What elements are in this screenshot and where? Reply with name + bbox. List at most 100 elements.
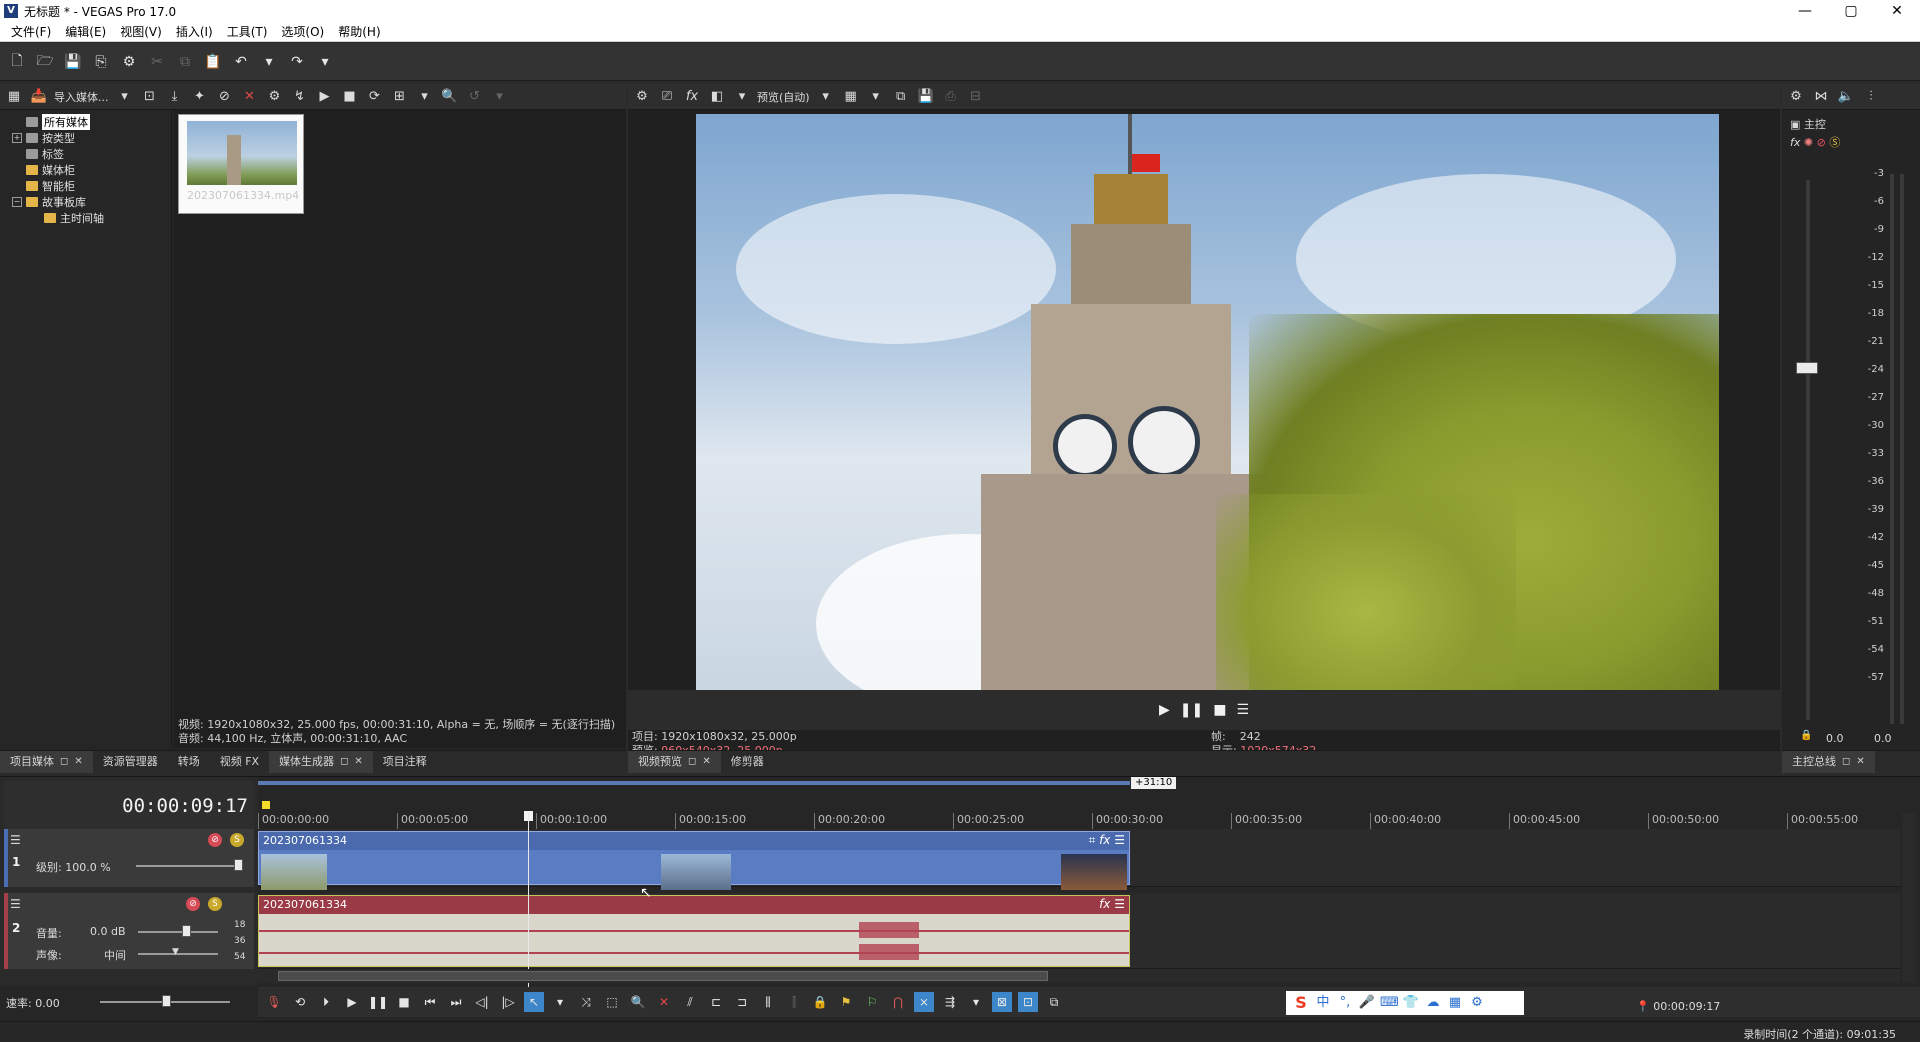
overlays-grid-icon[interactable]: ▦ — [841, 87, 861, 107]
maximize-button[interactable]: ▢ — [1828, 0, 1874, 22]
event-pan-crop-icon[interactable]: ⧉ — [1044, 992, 1064, 1012]
minimize-button[interactable]: — — [1782, 0, 1828, 22]
search-icon[interactable]: 🔍 — [440, 87, 460, 107]
menu-view[interactable]: 视图(V) — [113, 23, 169, 40]
delete-icon[interactable]: ✕ — [240, 87, 260, 107]
video-track-lane[interactable]: 202307061334 ⌗ fx ☰ — [258, 829, 1900, 890]
master-fx-icon[interactable]: fx — [1790, 136, 1800, 149]
pan-knob-icon[interactable]: ▼ — [172, 947, 179, 957]
rate-slider-knob[interactable] — [162, 995, 171, 1007]
pause-icon[interactable]: ❚❚ — [1180, 702, 1203, 718]
get-media-icon[interactable]: ⤓ — [165, 87, 185, 107]
undock-icon[interactable]: ◻ — [60, 751, 68, 773]
event-menu-icon[interactable]: ☰ — [1114, 833, 1125, 847]
ime-toolbox-icon[interactable]: ▦ — [1446, 994, 1464, 1012]
menu-options[interactable]: 选项(O) — [274, 23, 331, 40]
master-mute-icon[interactable]: ⊘ — [1817, 136, 1826, 149]
insert-region-icon[interactable]: ⚐ — [862, 992, 882, 1012]
trim-icon[interactable]: ⫽ — [680, 992, 700, 1012]
master-solo-icon[interactable]: Ⓢ — [1829, 136, 1840, 149]
expand-icon[interactable]: + — [12, 133, 22, 143]
go-to-start-icon[interactable]: ⏮ — [420, 992, 440, 1012]
lock-icon[interactable]: 🔒 — [810, 992, 830, 1012]
import-media-button[interactable]: 导入媒体... — [54, 89, 109, 105]
snapshot-disabled-icon[interactable]: ⎙ — [941, 87, 961, 107]
redo-icon[interactable]: ↷ — [286, 51, 308, 73]
copy-snapshot-icon[interactable]: ⧉ — [891, 87, 911, 107]
media-grid-icon[interactable]: ▦ — [4, 87, 24, 107]
tree-item-all-media[interactable]: 所有媒体 — [0, 114, 171, 130]
open-folder-icon[interactable]: 🗁 — [34, 51, 56, 73]
insert-marker-icon[interactable]: ⚑ — [836, 992, 856, 1012]
video-fx-icon[interactable]: fx — [682, 87, 702, 107]
split-disabled-icon[interactable]: ⫿ — [784, 992, 804, 1012]
mixer-icon[interactable]: ⫶ — [1861, 87, 1881, 107]
volume-slider-knob[interactable] — [182, 925, 191, 937]
lock-envelopes-icon[interactable]: ⊠ — [992, 992, 1012, 1012]
go-to-end-icon[interactable]: ⏭ — [446, 992, 466, 1012]
stop-media-icon[interactable]: ■ — [340, 87, 360, 107]
ime-punctuation-icon[interactable]: °, — [1336, 994, 1354, 1012]
auto-crossfade-icon[interactable]: ⨯ — [914, 992, 934, 1012]
ime-cloud-icon[interactable]: ☁ — [1424, 994, 1442, 1012]
close-button[interactable]: ✕ — [1874, 0, 1920, 22]
menu-help[interactable]: 帮助(H) — [331, 23, 387, 40]
overlays-dropdown-icon[interactable]: ▾ — [866, 87, 886, 107]
media-thumbnail[interactable]: 202307061334.mp4 — [178, 114, 304, 214]
close-tab-icon[interactable]: ✕ — [354, 751, 362, 773]
tab-media-generators[interactable]: 媒体生成器 ◻ ✕ — [269, 750, 373, 773]
loop-region-bar[interactable] — [258, 781, 1130, 785]
event-fx-icon[interactable]: fx — [1099, 833, 1110, 847]
tab-trimmer[interactable]: 修剪器 — [721, 751, 774, 773]
trim-start-icon[interactable]: ⊏ — [706, 992, 726, 1012]
loop-playback-icon[interactable]: ⟲ — [290, 992, 310, 1012]
trim-end-icon[interactable]: ⊐ — [732, 992, 752, 1012]
undo-dropdown-icon[interactable]: ▾ — [258, 51, 280, 73]
tab-explorer[interactable]: 资源管理器 — [93, 751, 168, 773]
stop-icon[interactable]: ■ — [394, 992, 414, 1012]
play-icon[interactable]: ▶ — [342, 992, 362, 1012]
ime-keyboard-icon[interactable]: ⌨ — [1380, 994, 1399, 1012]
import-media-icon[interactable]: 📥 — [29, 87, 49, 107]
delete-event-icon[interactable]: ✕ — [654, 992, 674, 1012]
paste-icon[interactable]: 📋 — [202, 51, 224, 73]
menu-edit[interactable]: 编辑(E) — [58, 23, 113, 40]
record-icon[interactable]: 🎙 — [264, 992, 284, 1012]
preview-device-icon[interactable]: ⎚ — [657, 87, 677, 107]
marker-flag-icon[interactable] — [262, 801, 270, 809]
tab-project-notes[interactable]: 项目注释 — [373, 751, 437, 773]
play-media-icon[interactable]: ▶ — [315, 87, 335, 107]
preview-quality-dropdown[interactable]: 预览(自动) — [757, 89, 810, 105]
capture-icon[interactable]: ⊡ — [140, 87, 160, 107]
zoom-tool-icon[interactable]: 🔍 — [628, 992, 648, 1012]
menu-insert[interactable]: 插入(I) — [169, 23, 220, 40]
track-menu-icon[interactable]: ☰ — [10, 897, 21, 911]
edit-tool-dropdown-icon[interactable]: ▾ — [550, 992, 570, 1012]
close-tab-icon[interactable]: ✕ — [74, 751, 82, 773]
media-fx-plugin-icon[interactable]: ↯ — [290, 87, 310, 107]
save-icon[interactable]: 💾 — [62, 51, 84, 73]
audio-event-clip[interactable]: 202307061334 fx ☰ — [258, 895, 1130, 967]
stop-icon[interactable]: ■ — [1213, 702, 1226, 718]
play-icon[interactable]: ▶ — [1159, 702, 1170, 718]
ime-settings-icon[interactable]: ⚙ — [1468, 994, 1486, 1012]
selection-tool-icon[interactable]: ⬚ — [602, 992, 622, 1012]
undock-icon[interactable]: ◻ — [688, 751, 696, 773]
tree-item-main-timeline[interactable]: 主时间轴 — [0, 210, 171, 226]
scroll-thumb[interactable] — [278, 971, 1048, 981]
dim-output-icon[interactable]: 🔈 — [1836, 87, 1856, 107]
undock-icon[interactable]: ◻ — [340, 751, 348, 773]
ripple-edit-icon[interactable]: ⇶ — [940, 992, 960, 1012]
tab-project-media[interactable]: 项目媒体 ◻ ✕ — [0, 750, 93, 773]
media-fx-icon[interactable]: ✦ — [190, 87, 210, 107]
tab-video-preview[interactable]: 视频预览 ◻ ✕ — [628, 750, 721, 773]
volume-slider[interactable] — [138, 931, 218, 933]
master-checkbox[interactable]: ▣ — [1790, 118, 1800, 131]
split-screen-icon[interactable]: ◧ — [707, 87, 727, 107]
play-from-start-icon[interactable]: ⏵ — [316, 992, 336, 1012]
refresh-dropdown-icon[interactable]: ▾ — [490, 87, 510, 107]
track-menu-icon[interactable]: ☰ — [10, 833, 21, 847]
timeline-vertical-scrollbar[interactable] — [1902, 813, 1916, 983]
cut-icon[interactable]: ✂ — [146, 51, 168, 73]
downmix-icon[interactable]: ⋈ — [1811, 87, 1831, 107]
